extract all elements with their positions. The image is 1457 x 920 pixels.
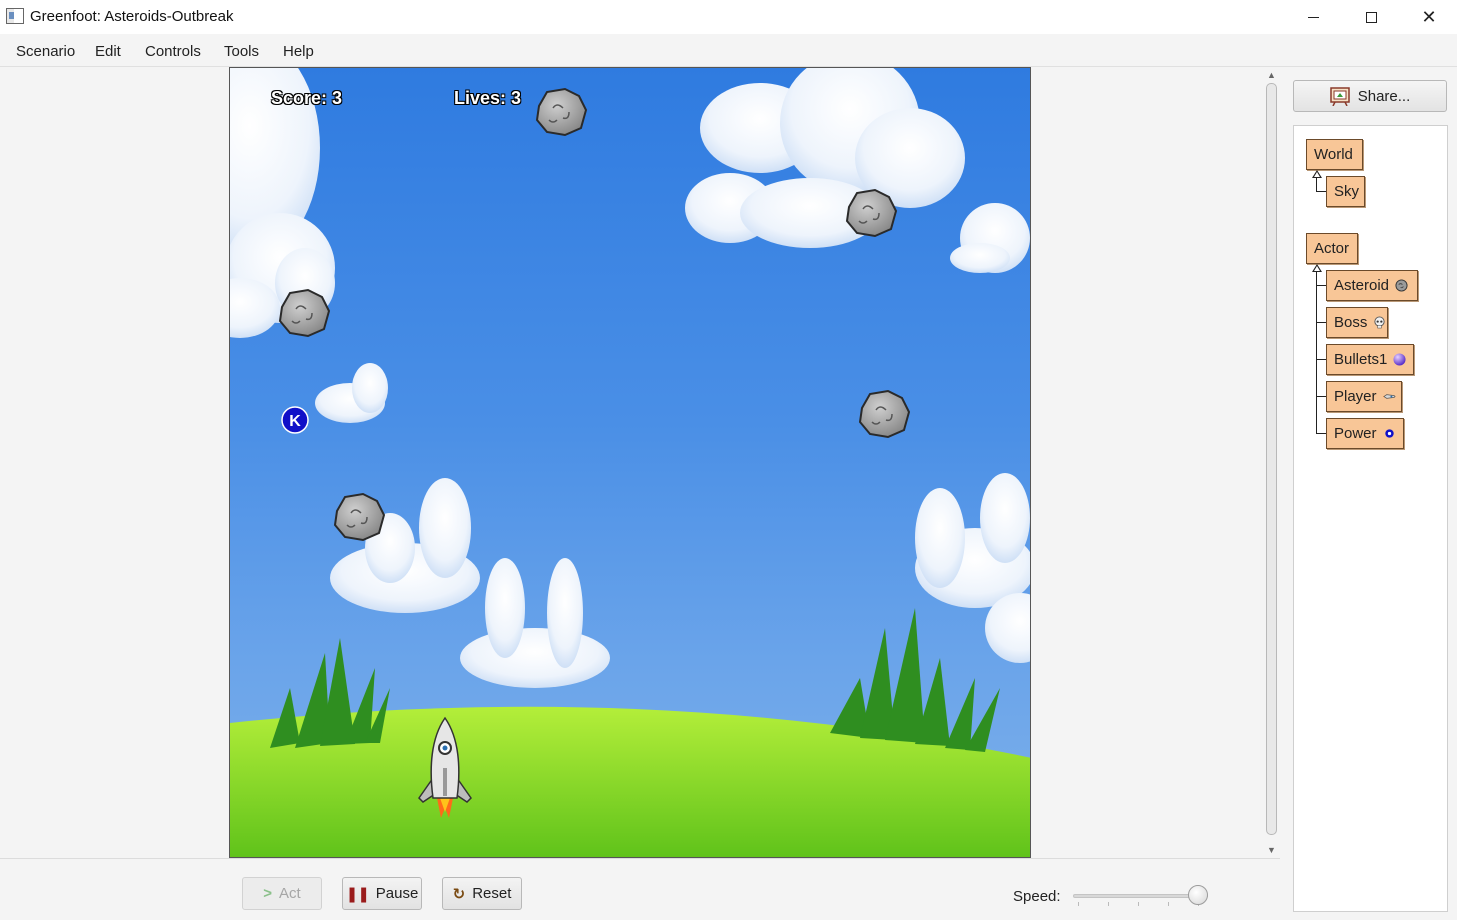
boss-skull-icon xyxy=(1374,316,1385,329)
menu-bar: Scenario Edit Controls Tools Help xyxy=(0,34,1457,67)
class-diagram: World Sky Actor Asteroid Boss Bullets1 P… xyxy=(1293,125,1448,912)
slider-tick xyxy=(1168,902,1169,906)
slider-tick xyxy=(1108,902,1109,906)
grass-tuft-right xyxy=(830,608,1000,752)
score-display: Score: 3 xyxy=(271,88,343,108)
asteroid-icon xyxy=(1395,279,1408,292)
class-browser-panel: Share... World Sky Actor Asteroid Boss B… xyxy=(1280,67,1457,920)
pause-button[interactable]: ❚❚ Pause xyxy=(342,877,422,910)
connector-line xyxy=(1316,433,1326,434)
class-boss-label: Boss xyxy=(1334,314,1368,331)
connector-line xyxy=(1316,359,1326,360)
act-button-label: Act xyxy=(279,885,301,902)
close-icon: ✕ xyxy=(1421,6,1437,27)
class-actor[interactable]: Actor xyxy=(1306,233,1358,264)
inheritance-arrow-icon xyxy=(1312,170,1322,178)
class-world[interactable]: World xyxy=(1306,139,1363,170)
asteroid xyxy=(278,288,331,338)
menu-help[interactable]: Help xyxy=(283,43,314,60)
connector-line xyxy=(1316,272,1317,434)
class-player[interactable]: Player xyxy=(1326,381,1402,412)
execution-controls: > Act ❚❚ Pause ↻ Reset Speed: xyxy=(0,858,1280,920)
cloud-right-top xyxy=(685,68,1030,273)
class-power-label: Power xyxy=(1334,425,1377,442)
pause-button-label: Pause xyxy=(375,885,419,902)
power-dot-icon xyxy=(1384,429,1394,438)
speed-label: Speed: xyxy=(1013,888,1061,905)
vertical-scrollbar[interactable]: ▲ ▼ xyxy=(1263,67,1280,858)
class-bullets1-label: Bullets1 xyxy=(1334,351,1388,368)
speed-slider-knob[interactable] xyxy=(1188,885,1208,905)
grass-tuft-left xyxy=(270,638,390,748)
cloud-right-bottom xyxy=(915,473,1030,663)
slider-tick xyxy=(1138,902,1139,906)
menu-edit[interactable]: Edit xyxy=(95,43,121,60)
class-boss[interactable]: Boss xyxy=(1326,307,1388,338)
menu-controls[interactable]: Controls xyxy=(145,43,201,60)
reset-button[interactable]: ↻ Reset xyxy=(442,877,522,910)
player-ship-icon xyxy=(1382,394,1396,399)
share-button[interactable]: Share... xyxy=(1293,80,1447,112)
act-button[interactable]: > Act xyxy=(242,877,322,910)
act-arrow-icon: > xyxy=(263,885,273,902)
class-player-label: Player xyxy=(1334,388,1377,405)
asteroid xyxy=(535,87,588,137)
share-icon xyxy=(1329,87,1350,106)
class-world-label: World xyxy=(1314,146,1353,163)
class-sky-label: Sky xyxy=(1334,183,1360,200)
share-button-label: Share... xyxy=(1357,87,1411,105)
connector-line xyxy=(1316,396,1326,397)
class-bullets1[interactable]: Bullets1 xyxy=(1326,344,1414,375)
asteroid xyxy=(333,492,386,542)
class-power[interactable]: Power xyxy=(1326,418,1404,449)
asteroid xyxy=(858,389,911,439)
inheritance-arrow-icon xyxy=(1312,264,1322,272)
reset-icon: ↻ xyxy=(452,885,466,903)
connector-line xyxy=(1316,191,1326,192)
scroll-down-icon[interactable]: ▼ xyxy=(1266,844,1277,856)
power-up: K xyxy=(281,406,309,434)
connector-line xyxy=(1316,285,1326,286)
scrollbar-thumb[interactable] xyxy=(1266,83,1277,835)
maximize-icon xyxy=(1365,11,1377,23)
connector-line xyxy=(1316,178,1317,192)
minimize-button[interactable] xyxy=(1284,0,1342,34)
reset-button-label: Reset xyxy=(472,885,512,902)
menu-tools[interactable]: Tools xyxy=(224,43,259,60)
game-world[interactable]: K Score: 3 Lives: 3 xyxy=(229,67,1031,858)
menu-scenario[interactable]: Scenario xyxy=(16,43,75,60)
class-asteroid-label: Asteroid xyxy=(1334,277,1390,294)
world-background: K xyxy=(230,68,1030,857)
power-up-label: K xyxy=(289,413,301,430)
class-actor-label: Actor xyxy=(1314,240,1350,257)
pause-icon: ❚❚ xyxy=(345,885,370,903)
connector-line xyxy=(1316,322,1326,323)
slider-tick xyxy=(1078,902,1079,906)
greenfoot-app-icon xyxy=(6,8,24,24)
window-title: Greenfoot: Asteroids-Outbreak xyxy=(30,8,234,25)
maximize-button[interactable] xyxy=(1342,0,1400,34)
bullet-orb-icon xyxy=(1393,353,1406,366)
asteroid xyxy=(845,188,898,238)
class-sky[interactable]: Sky xyxy=(1326,176,1365,207)
lives-display: Lives: 3 xyxy=(454,88,522,108)
class-asteroid[interactable]: Asteroid xyxy=(1326,270,1418,301)
title-bar: Greenfoot: Asteroids-Outbreak ✕ xyxy=(0,0,1457,34)
close-button[interactable]: ✕ xyxy=(1400,0,1457,34)
cloud-small-left xyxy=(315,363,388,423)
minimize-icon xyxy=(1307,16,1319,18)
scroll-up-icon[interactable]: ▲ xyxy=(1266,69,1277,81)
